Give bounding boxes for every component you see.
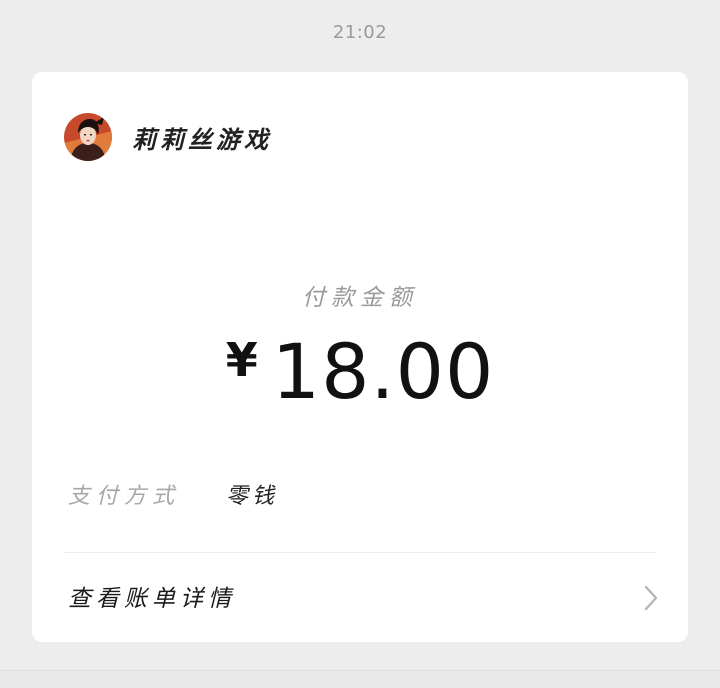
merchant-header[interactable]: 莉莉丝游戏 [64, 112, 272, 162]
merchant-avatar-icon [64, 113, 112, 161]
pay-method-row: 支付方式 零钱 [68, 476, 278, 512]
chevron-right-icon [644, 585, 658, 611]
bottom-bar [0, 670, 720, 688]
payment-card: 莉莉丝游戏 付款金额 ¥18.00 支付方式 零钱 查看账单详情 [32, 72, 688, 642]
merchant-name: 莉莉丝游戏 [132, 124, 272, 154]
view-bill-details-button[interactable]: 查看账单详情 [32, 553, 688, 642]
payment-amount: ¥18.00 [32, 334, 688, 410]
view-bill-details-label: 查看账单详情 [68, 586, 236, 612]
merchant-avatar[interactable] [64, 113, 112, 161]
currency-symbol: ¥ [225, 333, 258, 387]
amount-label: 付款金额 [302, 285, 418, 311]
amount-value: 18.00 [271, 327, 495, 416]
pay-method-value: 零钱 [226, 484, 279, 509]
message-timestamp: 21:02 [332, 22, 388, 43]
pay-method-label: 支付方式 [68, 484, 181, 509]
